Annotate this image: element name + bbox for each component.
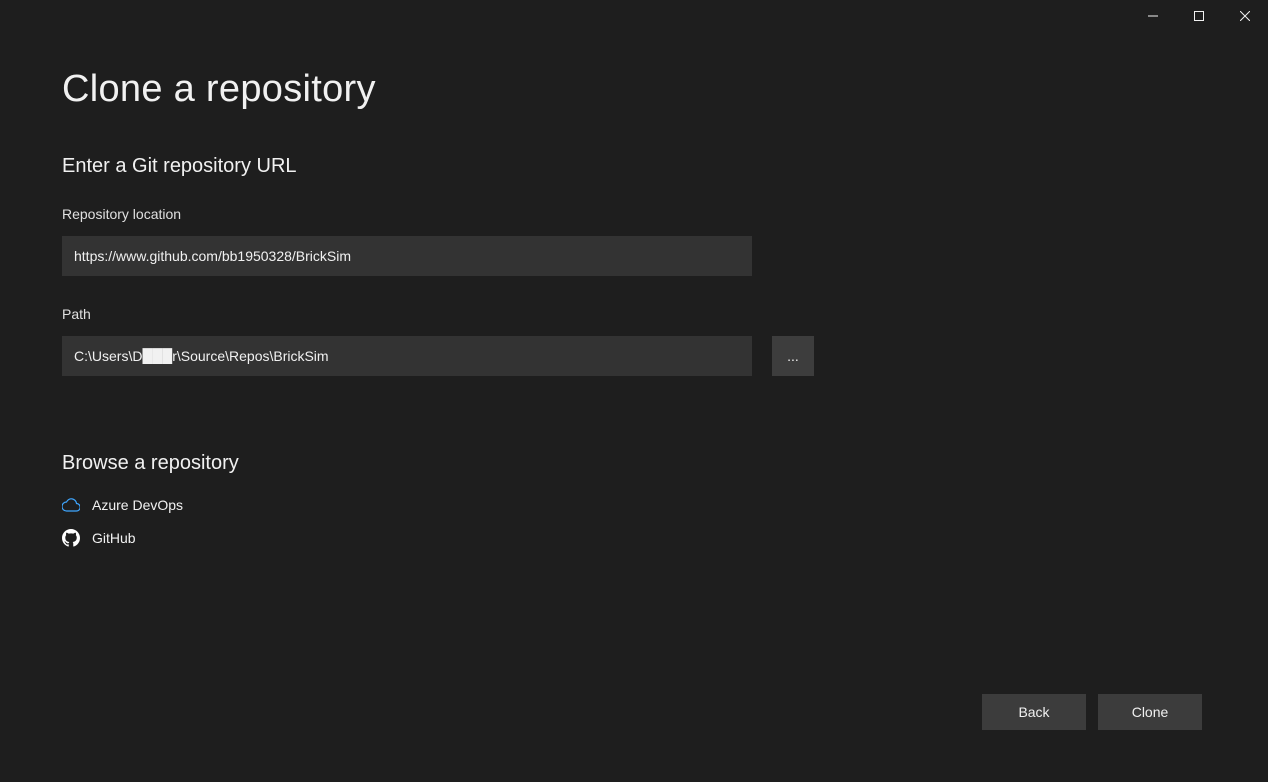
path-field: Path ... (62, 306, 1206, 376)
github-label: GitHub (92, 530, 136, 546)
maximize-icon (1194, 11, 1204, 21)
titlebar (0, 0, 1268, 32)
browse-path-button[interactable]: ... (772, 336, 814, 376)
close-icon (1240, 11, 1250, 21)
clone-repository-dialog: Clone a repository Enter a Git repositor… (0, 0, 1268, 782)
maximize-button[interactable] (1176, 0, 1222, 32)
dialog-footer: Back Clone (982, 694, 1202, 730)
back-button[interactable]: Back (982, 694, 1086, 730)
browse-repository-section: Browse a repository Azure DevOps GitHub (62, 452, 1206, 555)
git-section-heading: Enter a Git repository URL (62, 155, 1206, 178)
path-label: Path (62, 306, 1206, 322)
azure-devops-link[interactable]: Azure DevOps (62, 489, 1206, 521)
close-button[interactable] (1222, 0, 1268, 32)
repo-location-input[interactable] (62, 236, 752, 276)
cloud-icon (62, 498, 80, 512)
clone-button[interactable]: Clone (1098, 694, 1202, 730)
repo-location-label: Repository location (62, 206, 1206, 222)
github-link[interactable]: GitHub (62, 521, 1206, 555)
repo-location-field: Repository location (62, 206, 1206, 276)
page-title: Clone a repository (62, 68, 1206, 111)
azure-devops-label: Azure DevOps (92, 497, 183, 513)
path-input[interactable] (62, 336, 752, 376)
dialog-content: Clone a repository Enter a Git repositor… (0, 32, 1268, 782)
minimize-icon (1148, 11, 1158, 21)
minimize-button[interactable] (1130, 0, 1176, 32)
browse-heading: Browse a repository (62, 452, 1206, 475)
github-icon (62, 529, 80, 547)
